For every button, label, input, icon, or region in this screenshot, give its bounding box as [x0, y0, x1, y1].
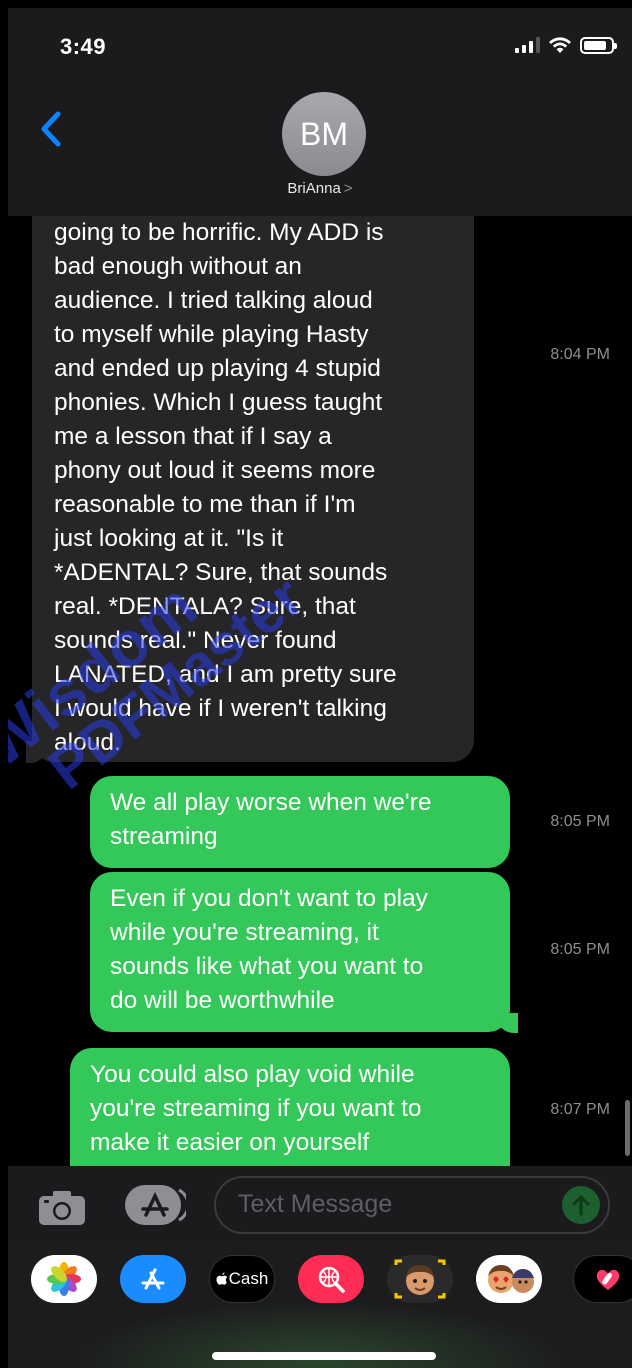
bubble-tail	[496, 1013, 518, 1033]
message-input-placeholder: Text Message	[238, 1190, 393, 1218]
send-button[interactable]	[562, 1186, 600, 1224]
message-text: going to be horrific. My ADD is bad enou…	[54, 219, 397, 756]
digital-touch-icon	[596, 1269, 620, 1290]
memoji-stickers-button[interactable]	[476, 1255, 542, 1303]
web-search-button[interactable]	[298, 1255, 364, 1303]
message-timestamp: 8:05 PM	[550, 941, 610, 958]
message-bubble-outgoing[interactable]: We all play worse when we're streaming	[90, 776, 510, 868]
apple-logo-icon	[216, 1272, 227, 1285]
scrollbar[interactable]	[625, 1100, 630, 1156]
wifi-icon	[549, 37, 571, 53]
contact-avatar[interactable]: BM	[282, 92, 366, 176]
arrow-up-icon	[572, 1195, 590, 1216]
message-bubble-outgoing[interactable]: Even if you don't want to play while you…	[90, 872, 518, 1033]
memoji-icon	[394, 1259, 446, 1299]
chevron-left-icon	[41, 111, 61, 147]
message-text: You could also play void while you're st…	[90, 1061, 422, 1156]
back-button[interactable]	[34, 104, 68, 154]
home-indicator[interactable]	[212, 1352, 436, 1360]
messages-screen: 3:49 BM BriAnna> going to be horrific.	[8, 8, 632, 1368]
memoji-button[interactable]	[387, 1255, 453, 1303]
cellular-signal-icon	[515, 37, 540, 53]
conversation-header: 3:49 BM BriAnna >	[8, 8, 632, 216]
apple-cash-button[interactable]: Cash	[209, 1255, 275, 1303]
message-text: We all play worse when we're streaming	[110, 789, 432, 850]
photos-app-icon	[47, 1262, 81, 1296]
memoji-stickers-icon	[488, 1265, 534, 1293]
status-icons	[515, 36, 617, 54]
battery-icon	[580, 36, 617, 54]
apple-cash-label: Cash	[228, 1269, 269, 1288]
photos-app-button[interactable]	[31, 1255, 97, 1303]
message-input[interactable]: Text Message	[214, 1176, 610, 1234]
avatar-initials: BM	[300, 115, 348, 152]
digital-touch-button[interactable]	[573, 1255, 632, 1303]
app-store-icon	[141, 1268, 165, 1290]
status-time: 3:49	[60, 34, 107, 59]
contact-name-button[interactable]: BriAnna >	[8, 180, 632, 197]
app-store-button[interactable]	[120, 1255, 186, 1303]
camera-button[interactable]	[38, 1190, 86, 1226]
app-store-icon	[125, 1185, 190, 1225]
message-timestamp: 8:05 PM	[550, 813, 610, 830]
message-text: Even if you don't want to play while you…	[110, 885, 428, 1014]
chevron-right-icon: >	[343, 180, 353, 197]
app-drawer-button[interactable]	[124, 1184, 190, 1226]
compose-bar: Text Message	[8, 1166, 632, 1241]
imessage-app-drawer: Cash	[8, 1241, 632, 1368]
message-bubble-incoming[interactable]: going to be horrific. My ADD is bad enou…	[26, 196, 474, 763]
message-timestamp: 8:04 PM	[550, 346, 610, 363]
camera-icon	[39, 1191, 85, 1225]
bubble-tail	[26, 741, 48, 763]
contact-name: BriAnna	[287, 180, 341, 197]
web-search-icon	[318, 1266, 345, 1293]
message-timestamp: 8:07 PM	[550, 1101, 610, 1118]
